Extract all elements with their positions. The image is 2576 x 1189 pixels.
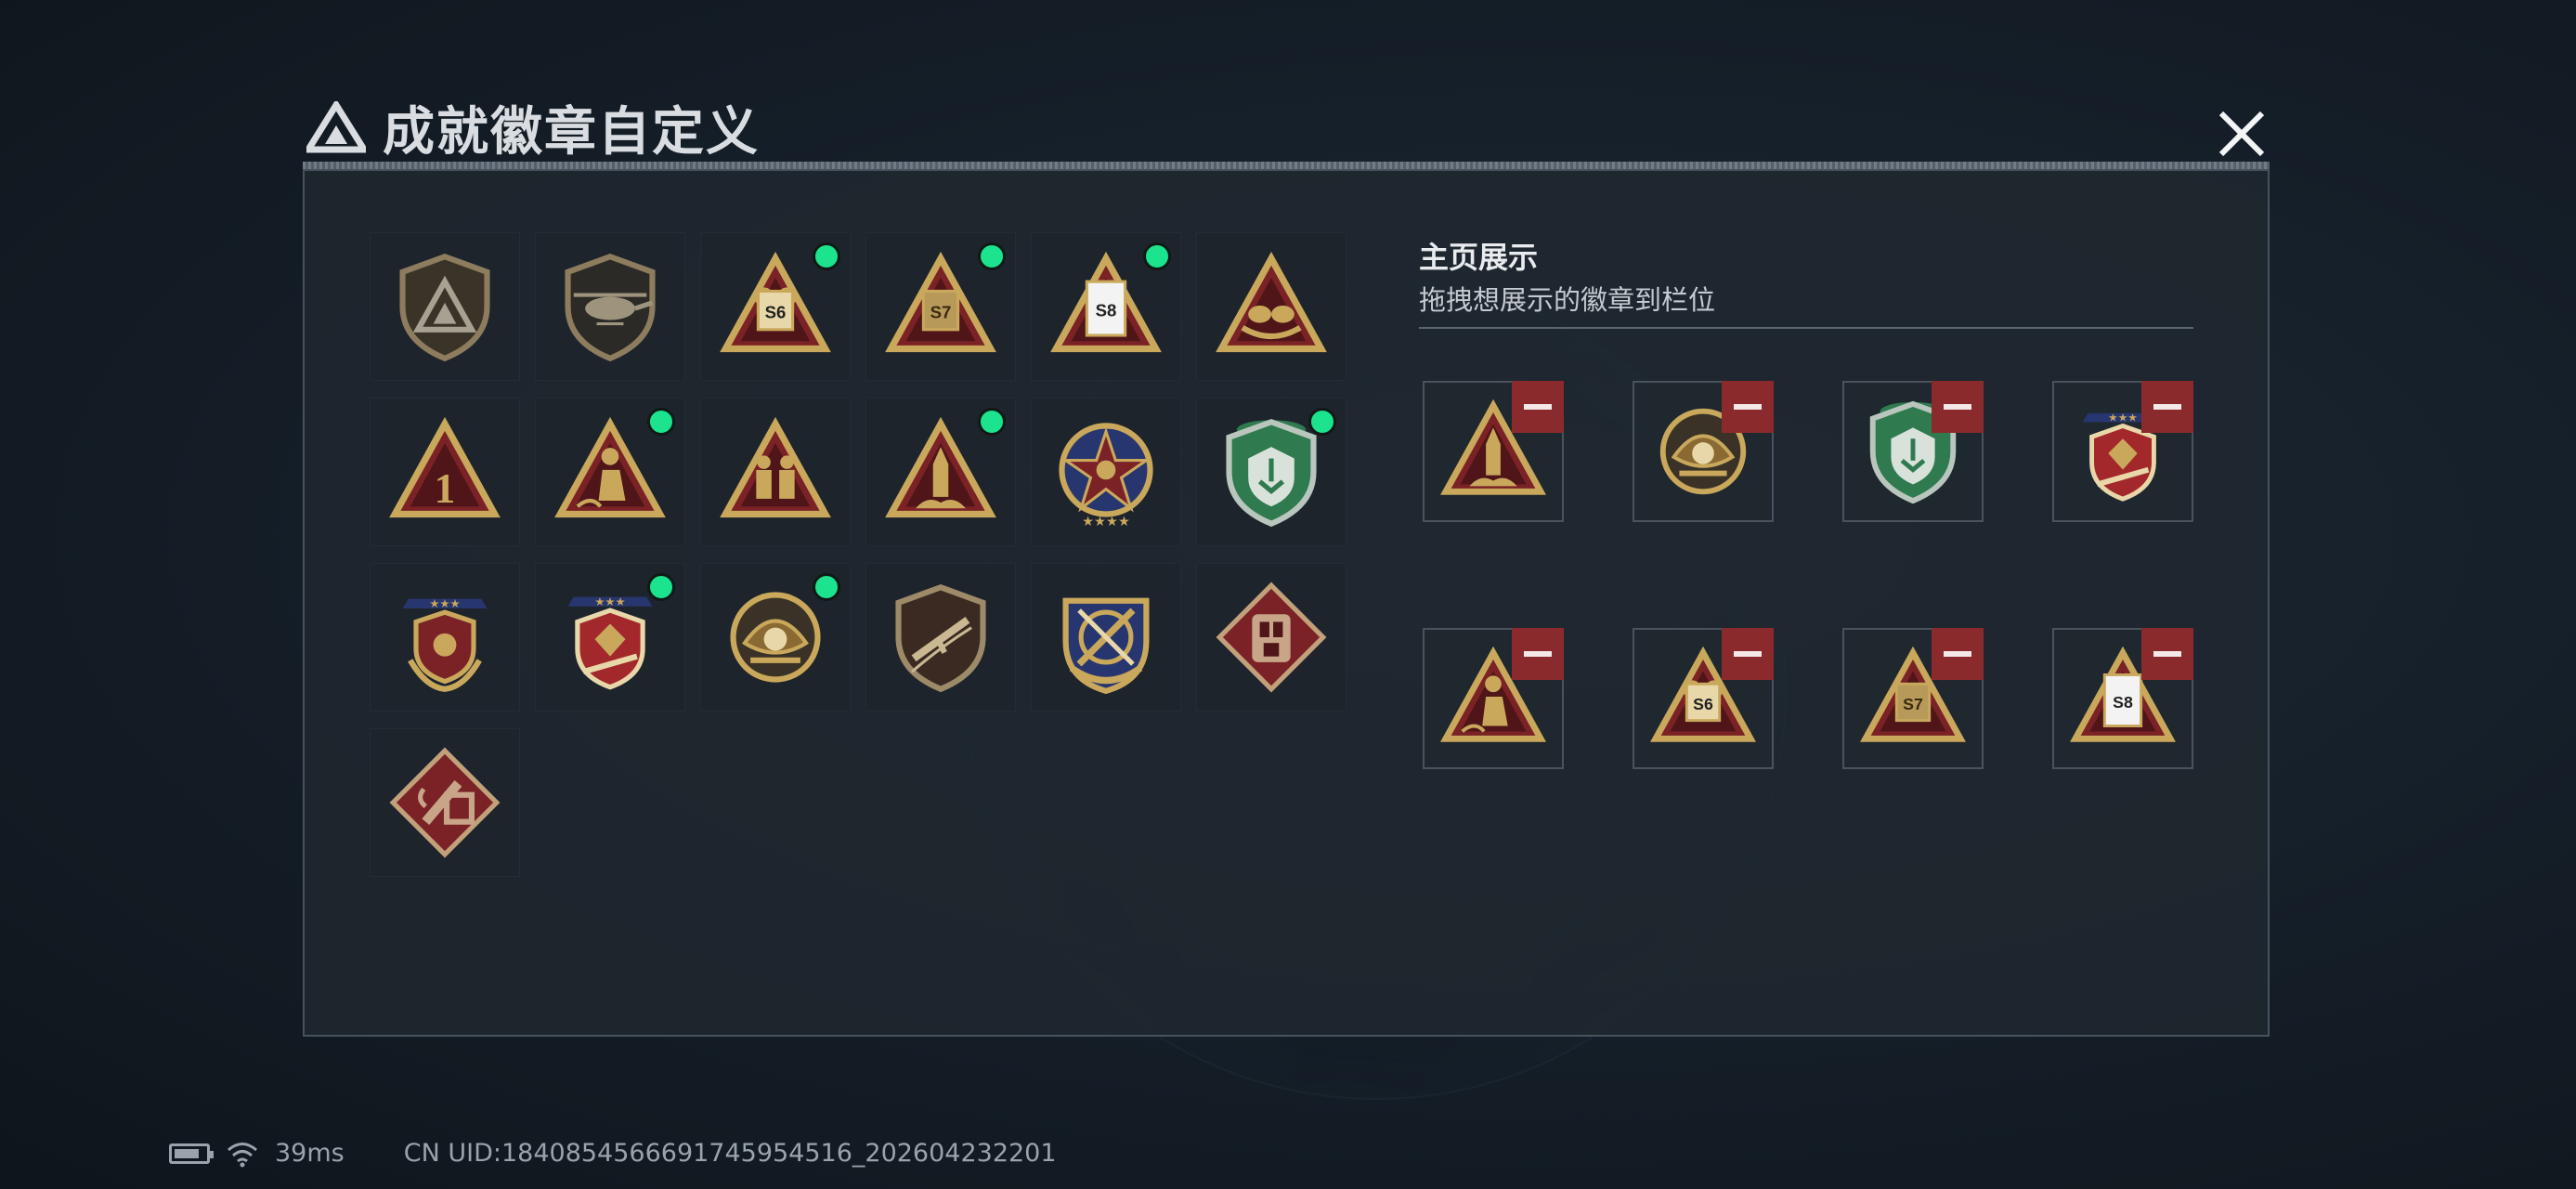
remove-badge-button[interactable]	[1722, 628, 1774, 680]
svg-text:S8: S8	[1096, 300, 1117, 320]
minus-icon	[1524, 404, 1552, 410]
showcase-slot-5[interactable]	[1423, 628, 1564, 769]
badge-cell-kneeling-soldier-triangle-badge[interactable]	[535, 398, 685, 546]
svg-text:★★★★: ★★★★	[1082, 515, 1130, 529]
svg-text:S7: S7	[930, 302, 952, 321]
status-bar: 39ms CN UID:1840854566691745954516_20260…	[169, 1139, 1057, 1168]
svg-text:★★★: ★★★	[429, 597, 460, 610]
vest-diamond-icon	[1216, 581, 1327, 693]
badge-cell-s7-triangle-badge[interactable]: S7	[865, 232, 1016, 381]
rifle-shield-icon	[895, 583, 986, 693]
soldiers-triangle-icon	[720, 416, 831, 518]
remove-badge-button[interactable]	[1722, 381, 1774, 433]
minus-icon	[2153, 404, 2181, 410]
badge-cell-s8-triangle-badge[interactable]: S8	[1031, 232, 1181, 381]
showcase-slot-7[interactable]: S7	[1842, 628, 1984, 769]
remove-badge-button[interactable]	[1512, 381, 1564, 433]
badge-cell-nest-eggs-triangle-badge[interactable]	[1196, 232, 1347, 381]
badge-cell-vest-diamond-badge[interactable]	[1196, 563, 1347, 712]
new-badge-indicator	[1143, 242, 1171, 270]
gold-wreath-shield-icon: ★★★	[402, 597, 488, 692]
showcase-slot-2[interactable]	[1633, 381, 1774, 522]
showcase-slot-6[interactable]: S6	[1633, 628, 1774, 769]
svg-text:★★★: ★★★	[2108, 412, 2138, 425]
svg-text:S8: S8	[2113, 693, 2133, 712]
showcase-slots: ★★★ S6 S7 S8	[1423, 381, 2193, 769]
minus-icon	[1944, 651, 1971, 657]
badge-cell-red-diamond-shield-badge[interactable]: ★★★	[535, 563, 685, 712]
user-uid: CN UID:1840854566691745954516_2026042322…	[403, 1139, 1057, 1168]
new-badge-indicator	[647, 573, 675, 601]
showcase-divider	[1419, 327, 2193, 329]
new-badge-indicator	[813, 242, 840, 270]
new-badge-indicator	[1308, 408, 1336, 436]
badge-cell-gold-wreath-shield-badge[interactable]: ★★★	[370, 563, 520, 712]
page-title: 成就徽章自定义	[383, 101, 760, 163]
svg-text:S6: S6	[1693, 695, 1713, 713]
showcase-subtitle: 拖拽想展示的徽章到栏位	[1419, 284, 1716, 316]
badge-cell-soldiers-triangle-badge[interactable]	[700, 398, 851, 546]
ping-value: 39ms	[275, 1139, 345, 1168]
crossed-weapons-crest-icon	[1062, 597, 1150, 695]
helicopter-shield-icon	[565, 253, 656, 362]
badge-cell-pearl-shell-badge[interactable]	[700, 563, 851, 712]
badge-cell-crossed-weapons-crest-badge[interactable]	[1031, 563, 1181, 712]
badge-cell-star-compass-badge[interactable]: ★★★★	[1031, 398, 1181, 546]
nest-eggs-triangle-icon	[1216, 251, 1327, 353]
badge-cell-shield-triangle-badge[interactable]	[370, 232, 520, 381]
new-badge-indicator	[978, 408, 1006, 436]
svg-text:S7: S7	[1903, 695, 1923, 713]
minus-icon	[2153, 651, 2181, 657]
badge-cell-rifle-shield-badge[interactable]	[865, 563, 1016, 712]
showcase-slot-3[interactable]	[1842, 381, 1984, 522]
triangle-logo-icon	[306, 101, 366, 153]
new-badge-indicator	[647, 408, 675, 436]
minus-icon	[1524, 651, 1552, 657]
showcase-slot-4[interactable]: ★★★	[2052, 381, 2193, 522]
remove-badge-button[interactable]	[1512, 628, 1564, 680]
shield-triangle-icon	[399, 253, 490, 362]
star-compass-icon: ★★★★	[1059, 423, 1153, 529]
title-bar: 成就徽章自定义	[306, 85, 760, 169]
badge-cell-s6-triangle-badge[interactable]: S6	[700, 232, 851, 381]
showcase-slot-8[interactable]: S8	[2052, 628, 2193, 769]
new-badge-indicator	[978, 242, 1006, 270]
showcase-title: 主页展示	[1419, 240, 1539, 275]
new-badge-indicator	[813, 573, 840, 601]
minus-icon	[1734, 404, 1762, 410]
svg-text:1: 1	[435, 464, 456, 512]
remove-badge-button[interactable]	[1932, 381, 1984, 433]
medkit-diamond-icon	[389, 747, 501, 858]
showcase-slot-1[interactable]	[1423, 381, 1564, 522]
battery-icon	[169, 1143, 214, 1164]
svg-text:★★★: ★★★	[594, 595, 625, 608]
minus-icon	[1944, 404, 1971, 410]
badge-cell-rocket-triangle-badge[interactable]	[865, 398, 1016, 546]
number-one-triangle-icon: 1	[389, 416, 501, 518]
close-button[interactable]	[2203, 97, 2281, 171]
badge-cell-helicopter-shield-badge[interactable]	[535, 232, 685, 381]
wifi-icon	[228, 1142, 257, 1167]
remove-badge-button[interactable]	[1932, 628, 1984, 680]
remove-badge-button[interactable]	[2141, 628, 2193, 680]
minus-icon	[1734, 651, 1762, 657]
remove-badge-button[interactable]	[2141, 381, 2193, 433]
close-icon	[2218, 111, 2265, 157]
badge-cell-number-one-triangle-badge[interactable]: 1	[370, 398, 520, 546]
badge-panel: S6 S7 S8 1 ★★★★ ★★★ ★★★ 主页展示 拖拽想展示的徽章到栏位 ★…	[303, 169, 2270, 1037]
badge-cell-green-shield-badge[interactable]	[1196, 398, 1347, 546]
badge-cell-medkit-diamond-badge[interactable]	[370, 728, 520, 877]
badge-collection-grid: S6 S7 S8 1 ★★★★ ★★★ ★★★	[370, 232, 1347, 877]
svg-text:S6: S6	[765, 302, 787, 321]
